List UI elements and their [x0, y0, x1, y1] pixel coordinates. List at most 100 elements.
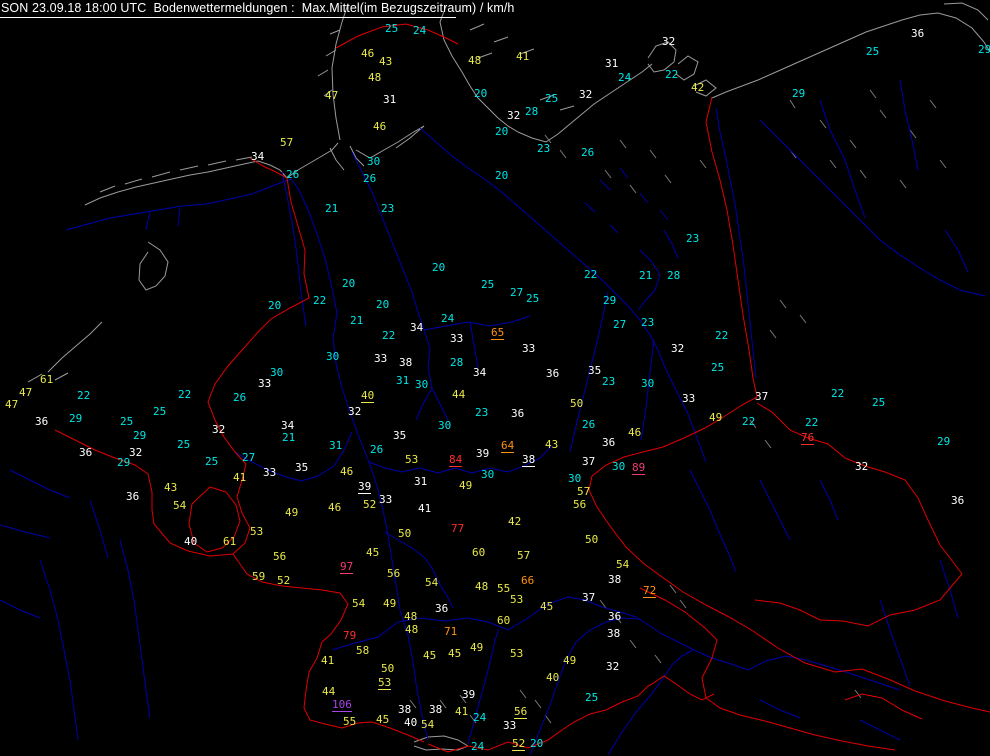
station-value: 25	[526, 292, 540, 305]
station-value: 54	[173, 499, 187, 512]
station-value: 32	[212, 423, 226, 436]
station-value: 36	[435, 602, 449, 615]
station-value: 35	[393, 429, 407, 442]
station-value: 52	[363, 498, 377, 511]
station-value: 26	[363, 172, 377, 185]
title-bar: SON 23.09.18 18:00 UTC Bodenwettermeldun…	[0, 0, 990, 18]
station-value: 38	[522, 453, 536, 467]
station-value: 45	[366, 546, 380, 559]
station-value: 46	[340, 465, 354, 478]
station-value: 23	[537, 142, 551, 155]
station-value: 25	[153, 405, 167, 418]
station-value: 49	[470, 641, 484, 654]
station-value: 48	[475, 580, 489, 593]
station-value: 40	[546, 671, 560, 684]
station-value: 25	[177, 438, 191, 451]
station-value: 50	[381, 662, 395, 675]
station-value: 26	[233, 391, 247, 404]
station-value: 35	[588, 364, 602, 377]
station-value: 25	[866, 45, 880, 58]
station-value: 37	[755, 390, 769, 403]
station-value: 84	[449, 453, 463, 467]
station-value: 49	[459, 479, 473, 492]
station-value: 106	[332, 698, 352, 712]
station-value: 48	[404, 610, 418, 623]
station-value: 41	[233, 471, 247, 484]
station-value: 46	[373, 120, 387, 133]
station-value: 48	[368, 71, 382, 84]
station-value: 20	[342, 277, 356, 290]
station-value: 22	[831, 387, 845, 400]
station-value: 25	[545, 92, 559, 105]
station-value: 36	[951, 494, 965, 507]
station-value: 39	[476, 447, 490, 460]
station-value: 38	[398, 703, 412, 716]
station-value: 24	[413, 24, 427, 37]
station-value: 31	[414, 475, 428, 488]
station-value: 47	[325, 89, 339, 102]
station-value: 24	[441, 312, 455, 325]
station-value: 53	[510, 647, 524, 660]
station-value: 29	[603, 294, 617, 307]
station-value: 38	[607, 627, 621, 640]
station-value: 45	[376, 713, 390, 726]
country-borders	[54, 23, 990, 753]
station-value: 32	[348, 405, 362, 418]
station-value: 20	[376, 298, 390, 311]
station-value: 32	[855, 460, 869, 473]
station-value: 56	[573, 498, 587, 511]
station-value: 33	[374, 352, 388, 365]
station-value: 22	[313, 294, 327, 307]
station-value: 22	[665, 68, 679, 81]
station-value: 53	[510, 593, 524, 606]
station-value: 31	[383, 93, 397, 106]
station-value: 46	[328, 501, 342, 514]
station-value: 41	[516, 50, 530, 63]
station-value: 34	[473, 366, 487, 379]
station-value: 39	[358, 480, 372, 494]
station-value: 41	[321, 654, 335, 667]
station-value: 23	[686, 232, 700, 245]
station-value: 25	[205, 455, 219, 468]
station-value: 23	[381, 202, 395, 215]
map-title: SON 23.09.18 18:00 UTC Bodenwettermeldun…	[1, 1, 515, 15]
station-value: 21	[350, 314, 364, 327]
station-value: 50	[570, 397, 584, 410]
station-value: 22	[742, 415, 756, 428]
station-value: 40	[184, 535, 198, 548]
title-underline	[0, 17, 456, 18]
station-value: 57	[577, 485, 591, 498]
station-value: 36	[608, 610, 622, 623]
station-value: 50	[585, 533, 599, 546]
station-value: 25	[711, 361, 725, 374]
station-value: 39	[462, 688, 476, 701]
station-value: 30	[612, 460, 626, 473]
station-value: 22	[178, 388, 192, 401]
station-value: 49	[563, 654, 577, 667]
station-value: 55	[343, 715, 357, 728]
station-value: 65	[491, 326, 505, 340]
station-value: 46	[361, 47, 375, 60]
station-value: 53	[378, 676, 392, 690]
station-value: 23	[602, 375, 616, 388]
station-value: 31	[605, 57, 619, 70]
station-value: 54	[425, 576, 439, 589]
station-value: 52	[277, 574, 291, 587]
station-value: 20	[495, 169, 509, 182]
station-value: 20	[495, 125, 509, 138]
station-value: 79	[343, 629, 357, 642]
station-value: 36	[511, 407, 525, 420]
station-value: 21	[639, 269, 653, 282]
station-value: 22	[805, 416, 819, 429]
station-value: 29	[117, 456, 131, 469]
station-value: 52	[512, 737, 526, 751]
station-value: 48	[405, 623, 419, 636]
station-value: 56	[514, 705, 528, 719]
station-value: 26	[370, 443, 384, 456]
station-value: 54	[616, 558, 630, 571]
station-value: 28	[450, 356, 464, 369]
station-value: 29	[937, 435, 951, 448]
station-value: 89	[632, 461, 646, 475]
station-value: 34	[410, 321, 424, 334]
station-value: 60	[497, 614, 511, 627]
